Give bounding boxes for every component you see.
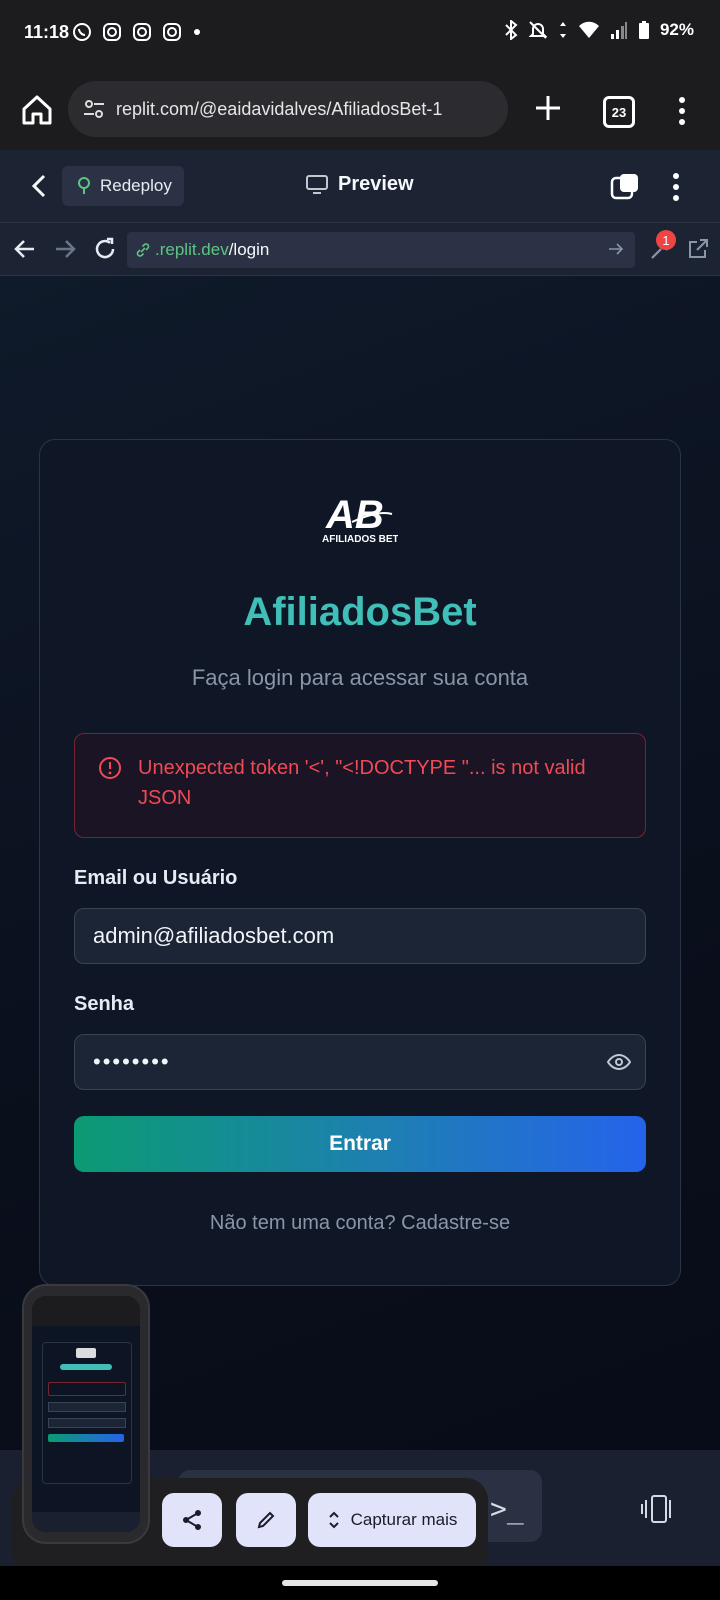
forward-arrow-icon[interactable] — [52, 236, 78, 262]
status-system-icons: 92% — [504, 20, 694, 40]
status-time: 11:18 — [24, 22, 70, 42]
alert-circle-icon — [99, 757, 121, 779]
password-input[interactable]: •••••••• — [74, 1034, 646, 1090]
back-arrow-icon[interactable] — [12, 236, 38, 262]
login-submit-button[interactable]: Entrar — [74, 1116, 646, 1172]
preview-label: Preview — [338, 173, 414, 195]
expand-vertical-icon — [328, 1511, 339, 1529]
show-password-eye-icon[interactable] — [606, 1050, 632, 1074]
capture-more-label: Capturar mais — [350, 1510, 458, 1529]
signup-link[interactable]: Não tem uma conta? Cadastre-se — [0, 1212, 720, 1235]
reload-icon[interactable] — [92, 236, 118, 262]
dot-icon — [194, 29, 200, 35]
kebab-menu-icon[interactable] — [676, 96, 688, 126]
new-tab-plus-icon[interactable] — [530, 90, 566, 126]
tab-switcher-button[interactable]: 23 — [603, 96, 635, 128]
window-switch-icon[interactable] — [610, 172, 640, 202]
thumbnail-bottom-bar — [32, 1512, 140, 1532]
address-bar[interactable]: replit.com/@eaidavidalves/AfiliadosBet-1 — [68, 81, 508, 137]
battery-percent: 92% — [659, 20, 694, 39]
thumbnail-brand — [60, 1364, 112, 1370]
terminal-icon[interactable]: >_ — [490, 1492, 524, 1525]
battery-icon — [638, 21, 649, 39]
status-notification-icons — [72, 22, 202, 42]
devtools-badge: 1 — [656, 230, 676, 250]
share-button[interactable] — [162, 1493, 222, 1547]
home-icon[interactable] — [20, 93, 54, 127]
site-settings-icon[interactable] — [82, 97, 106, 121]
open-external-icon[interactable] — [686, 237, 710, 261]
webview-url-domain: .replit.dev — [155, 240, 229, 259]
back-chevron-icon[interactable] — [28, 172, 52, 200]
address-bar-url: replit.com/@eaidavidalves/AfiliadosBet-1 — [116, 98, 443, 119]
signal-icon — [610, 22, 627, 39]
instagram-icon — [103, 23, 121, 41]
thumbnail-email — [48, 1402, 126, 1412]
monitor-icon — [306, 174, 328, 194]
thumbnail-button — [48, 1434, 124, 1442]
error-message: Unexpected token '<', "<!DOCTYPE "... is… — [138, 757, 586, 809]
password-label: Senha — [74, 993, 135, 1015]
whatsapp-icon — [73, 23, 91, 41]
thumbnail-screen — [32, 1296, 140, 1532]
email-label: Email ou Usuário — [74, 867, 238, 889]
email-input[interactable]: admin@afiliadosbet.com — [74, 908, 646, 964]
webview-url-path: /login — [228, 240, 270, 259]
home-gesture-handle[interactable] — [282, 1580, 438, 1586]
preview-tab[interactable]: Preview — [306, 173, 414, 196]
thumbnail-password — [48, 1418, 126, 1428]
redeploy-label: Redeploy — [100, 176, 172, 195]
thumbnail-browser-bar — [32, 1296, 140, 1326]
webview-url-bar[interactable]: .replit.dev/login — [127, 232, 635, 268]
mute-bell-icon — [528, 21, 548, 39]
instagram-icon — [133, 23, 151, 41]
data-arrows-icon — [559, 22, 566, 38]
bluetooth-icon — [505, 20, 518, 40]
go-arrow-icon[interactable] — [607, 240, 625, 258]
thumbnail-alert — [48, 1382, 126, 1396]
instagram-icon — [163, 23, 181, 41]
wifi-icon — [578, 21, 599, 38]
link-icon — [136, 243, 150, 257]
layout-panels-icon[interactable] — [640, 1494, 674, 1524]
afiliados-bet-logo: AB AFILIADOS BET — [322, 493, 398, 544]
edit-button[interactable] — [236, 1493, 296, 1547]
thumbnail-logo — [76, 1348, 96, 1358]
brand-title: AfiliadosBet — [243, 590, 477, 634]
capture-more-button[interactable]: Capturar mais — [308, 1493, 476, 1547]
redeploy-button[interactable]: Redeploy — [62, 166, 184, 206]
screenshot-thumbnail[interactable] — [22, 1284, 150, 1544]
deploy-icon — [78, 177, 90, 194]
pencil-icon — [257, 1511, 275, 1529]
replit-menu-icon[interactable] — [670, 172, 682, 202]
svg-text:AFILIADOS BET: AFILIADOS BET — [322, 534, 398, 544]
share-icon — [183, 1510, 201, 1530]
login-subtitle: Faça login para acessar sua conta — [191, 665, 529, 690]
